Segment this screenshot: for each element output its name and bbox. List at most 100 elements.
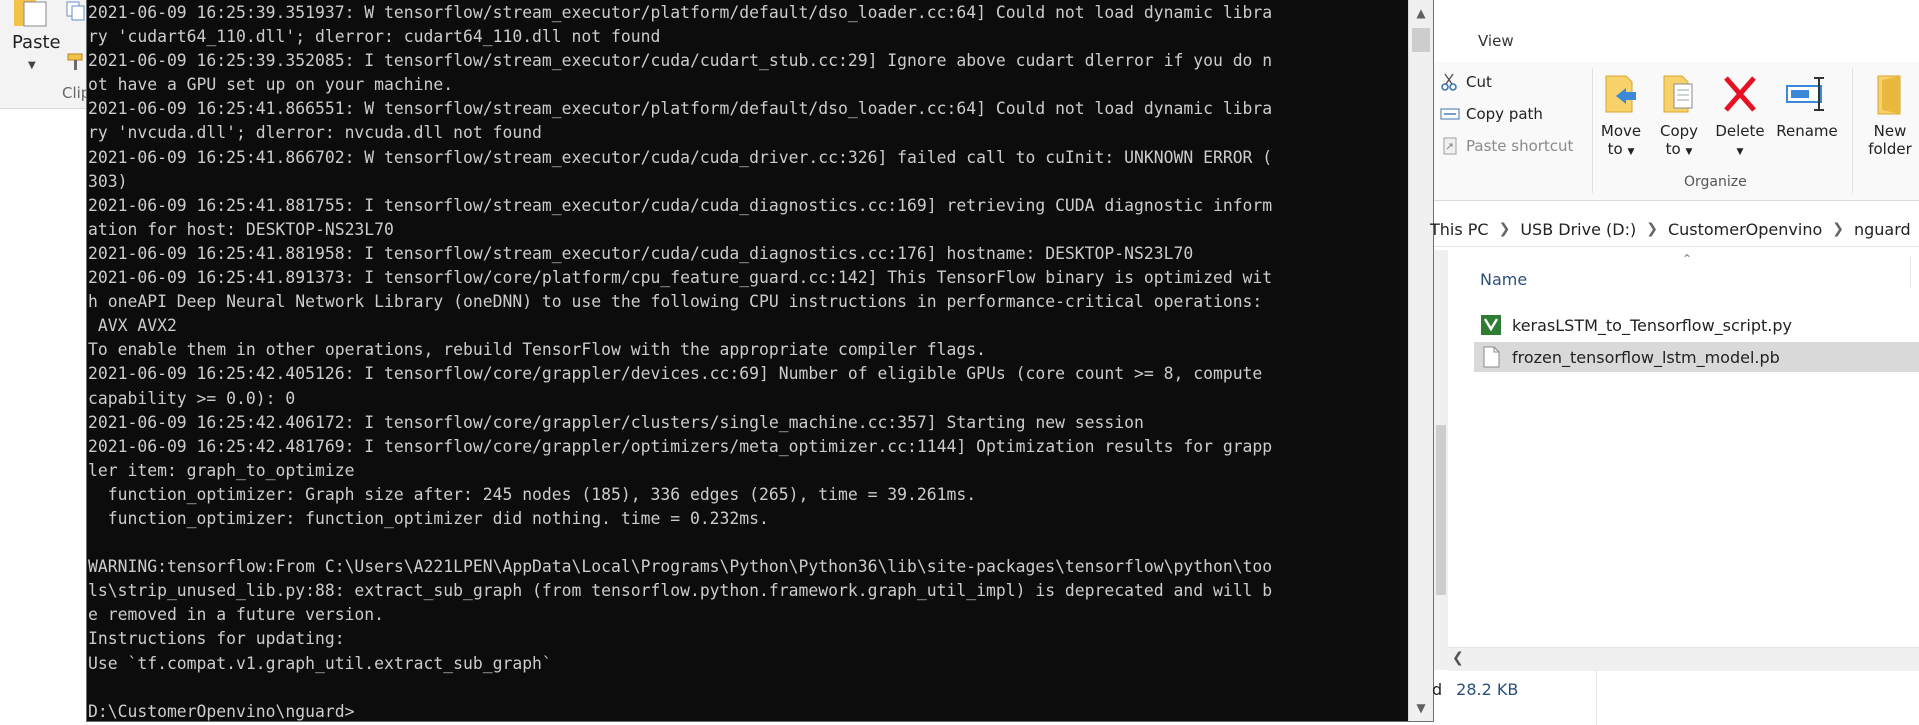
status-divider	[1596, 671, 1597, 725]
blank-file-icon	[1483, 346, 1500, 368]
console-line: 2021-06-09 16:25:41.866551: W tensorflow…	[88, 99, 1273, 119]
console-line: 2021-06-09 16:25:41.881958: I tensorflow…	[88, 243, 1194, 263]
console-line: 2021-06-09 16:25:42.481769: I tensorflow…	[88, 436, 1273, 456]
background-ribbon: Paste ▼ Clip	[0, 0, 90, 725]
console-line: ry 'cudart64_110.dll'; dlerror: cudart64…	[88, 27, 661, 47]
copy-icon[interactable]	[64, 0, 86, 24]
scrollbar-thumb[interactable]	[1412, 28, 1430, 52]
console-line: 2021-06-09 16:25:42.405126: I tensorflow…	[88, 364, 1263, 384]
scroll-down-icon[interactable]: ▼	[1409, 695, 1433, 721]
list-item[interactable]: frozen_tensorflow_lstm_model.pb	[1474, 342, 1919, 372]
console-line: 303)	[88, 171, 128, 191]
scroll-left-icon[interactable]: ❮	[1452, 650, 1464, 666]
console-output[interactable]: 2021-06-09 16:25:39.351937: W tensorflow…	[88, 1, 1408, 721]
breadcrumb[interactable]: This PC ❯ USB Drive (D:) ❯ CustomerOpenv…	[1430, 212, 1919, 247]
console-scrollbar[interactable]: ▲ ▼	[1408, 0, 1433, 721]
paste-button[interactable]: Paste	[12, 32, 61, 53]
file-explorer: View Cut Copy path Paste shortcut Move t…	[1430, 0, 1919, 725]
breadcrumb-this-pc[interactable]: This PC	[1430, 220, 1489, 239]
horizontal-scrollbar[interactable]: ❮	[1448, 647, 1919, 672]
paste-shortcut-button[interactable]: Paste shortcut	[1440, 136, 1573, 156]
delete-x-icon	[1724, 76, 1756, 112]
copy-path-label: Copy path	[1466, 105, 1543, 123]
copy-to-label-2: to	[1665, 140, 1681, 158]
scrollbar-thumb[interactable]	[1436, 425, 1446, 595]
console-line: 2021-06-09 16:25:39.351937: W tensorflow…	[88, 3, 1273, 22]
chevron-down-icon[interactable]: ▼	[28, 60, 36, 71]
rename-button[interactable]: Rename	[1774, 72, 1840, 140]
console-line: ation for host: DESKTOP-NS23L70	[88, 219, 394, 239]
paste-shortcut-label: Paste shortcut	[1466, 137, 1574, 155]
paste-icon[interactable]	[12, 0, 56, 28]
console-line: 2021-06-09 16:25:39.352085: I tensorflow…	[88, 51, 1273, 71]
copy-path-button[interactable]: Copy path	[1440, 104, 1543, 124]
chevron-down-icon: ▼	[1627, 147, 1635, 157]
console-line: e removed in a future version.	[88, 605, 385, 625]
chevron-right-icon[interactable]: ❯	[1832, 221, 1844, 237]
copy-to-icon	[1663, 75, 1693, 113]
console-line: capability >= 0.0): 0	[88, 388, 296, 408]
new-folder-label: New	[1873, 122, 1907, 140]
console-line: 2021-06-09 16:25:41.881755: I tensorflow…	[88, 195, 1273, 215]
column-header-name[interactable]: Name	[1480, 270, 1527, 289]
breadcrumb-customer-openvino[interactable]: CustomerOpenvino	[1668, 220, 1822, 239]
folder-icon	[1877, 75, 1901, 115]
delete-label: Delete	[1715, 122, 1765, 140]
console-line: WARNING:tensorflow:From C:\Users\A221LPE…	[88, 557, 1273, 577]
sort-ascending-icon: ⌃	[1682, 252, 1693, 266]
column-divider[interactable]	[1910, 256, 1911, 288]
console-window[interactable]: 2021-06-09 16:25:39.351937: W tensorflow…	[86, 0, 1434, 722]
move-to-icon	[1605, 75, 1636, 113]
list-item[interactable]: kerasLSTM_to_Tensorflow_script.py	[1474, 310, 1919, 340]
copy-path-icon	[1440, 108, 1460, 120]
ribbon-divider	[1852, 68, 1853, 193]
paste-shortcut-icon	[1443, 137, 1457, 155]
explorer-ribbon: Cut Copy path Paste shortcut Move to ▼ C…	[1434, 62, 1919, 201]
scroll-up-icon[interactable]: ▲	[1409, 0, 1433, 26]
status-size: 28.2 KB	[1456, 679, 1519, 699]
console-line: Instructions for updating:	[88, 629, 345, 649]
file-name: kerasLSTM_to_Tensorflow_script.py	[1512, 315, 1792, 335]
file-name: frozen_tensorflow_lstm_model.pb	[1512, 347, 1780, 367]
rename-label: Rename	[1776, 122, 1838, 140]
chevron-right-icon[interactable]: ❯	[1499, 221, 1511, 237]
chevron-down-icon: ▼	[1736, 147, 1744, 157]
navigation-scrollbar[interactable]	[1434, 250, 1448, 670]
console-line: D:\CustomerOpenvino\nguard>	[88, 701, 355, 721]
status-bar: d 28.2 KB	[1432, 671, 1919, 707]
console-line: h oneAPI Deep Neural Network Library (on…	[88, 292, 1263, 312]
new-folder-button[interactable]: New folder	[1860, 72, 1919, 158]
console-line: function_optimizer: Graph size after: 24…	[88, 484, 977, 504]
move-to-label-2: to	[1607, 140, 1623, 158]
console-line: 2021-06-09 16:25:41.891373: I tensorflow…	[88, 268, 1273, 288]
status-prefix: d	[1432, 679, 1443, 699]
copy-to-label: Copy	[1659, 122, 1699, 140]
breadcrumb-nguard[interactable]: nguard	[1854, 220, 1911, 239]
scissors-icon	[1441, 73, 1457, 91]
tab-view[interactable]: View	[1478, 32, 1514, 50]
console-line: ls\strip_unused_lib.py:88: extract_sub_g…	[88, 581, 1273, 601]
copy-to-button[interactable]: Copy to ▼	[1652, 72, 1706, 161]
console-line: 2021-06-09 16:25:42.406172: I tensorflow…	[88, 412, 1144, 432]
cut-label: Cut	[1466, 73, 1492, 91]
delete-button[interactable]: Delete ▼	[1710, 72, 1770, 161]
new-folder-label-2: folder	[1868, 140, 1912, 158]
cut-button[interactable]: Cut	[1440, 72, 1492, 92]
console-line: AVX AVX2	[88, 316, 177, 336]
console-line: ler item: graph_to_optimize	[88, 460, 355, 480]
breadcrumb-usb-drive[interactable]: USB Drive (D:)	[1520, 220, 1636, 239]
console-line: ry 'nvcuda.dll'; dlerror: nvcuda.dll not…	[88, 123, 542, 143]
rename-icon	[1786, 77, 1824, 111]
python-file-icon	[1481, 315, 1501, 335]
move-to-label: Move	[1600, 122, 1642, 140]
move-to-button[interactable]: Move to ▼	[1594, 72, 1648, 161]
format-painter-icon[interactable]	[66, 52, 88, 74]
console-line: Use `tf.compat.v1.graph_util.extract_sub…	[88, 653, 552, 673]
console-line: To enable them in other operations, rebu…	[88, 340, 986, 360]
ribbon-divider	[1592, 68, 1593, 193]
organize-group-label: Organize	[1684, 174, 1747, 190]
chevron-down-icon: ▼	[1685, 147, 1693, 157]
chevron-right-icon[interactable]: ❯	[1646, 221, 1658, 237]
console-line: function_optimizer: function_optimizer d…	[88, 508, 769, 528]
